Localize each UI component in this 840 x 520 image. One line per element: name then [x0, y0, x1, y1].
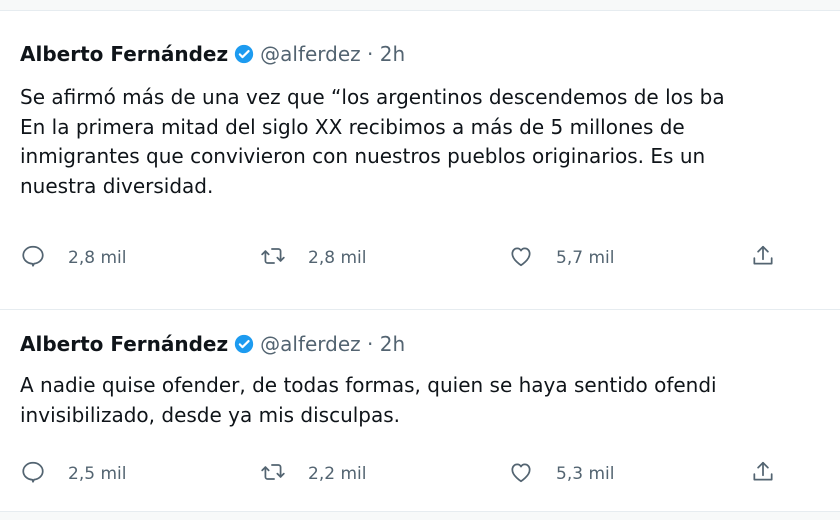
tweet[interactable]: Alberto Fernández @alferdez · 2h Se afirm… [0, 11, 840, 309]
retweet-button[interactable]: 2,8 mil [260, 243, 366, 273]
tweet-text: A nadie quise ofender, de todas formas, … [20, 371, 840, 430]
tweet-header: Alberto Fernández @alferdez · 2h [20, 41, 405, 67]
verified-badge-icon [234, 334, 254, 354]
retweet-count: 2,2 mil [308, 464, 367, 484]
retweet-count: 2,8 mil [308, 248, 367, 268]
tweet-text: Se afirmó más de una vez que “los argent… [20, 83, 840, 201]
author-name[interactable]: Alberto Fernández [20, 42, 228, 66]
share-button[interactable] [750, 459, 776, 489]
share-button[interactable] [750, 243, 776, 273]
timeline: Alberto Fernández @alferdez · 2h Se afirm… [0, 10, 840, 512]
heart-icon [508, 459, 534, 490]
tweet-text-line: A nadie quise ofender, de todas formas, … [20, 373, 717, 397]
reply-count: 2,8 mil [68, 248, 127, 268]
retweet-icon [260, 459, 286, 490]
retweet-icon [260, 243, 286, 274]
like-count: 5,3 mil [556, 464, 615, 484]
author-name[interactable]: Alberto Fernández [20, 332, 228, 356]
share-icon [750, 243, 776, 274]
share-icon [750, 459, 776, 490]
tweet-time[interactable]: 2h [380, 332, 405, 356]
tweet-actions: 2,8 mil 2,8 mil 5,7 mil [0, 243, 840, 273]
reply-icon [20, 459, 46, 490]
like-button[interactable]: 5,7 mil [508, 243, 614, 273]
like-count: 5,7 mil [556, 248, 615, 268]
retweet-button[interactable]: 2,2 mil [260, 459, 366, 489]
tweet-header: Alberto Fernández @alferdez · 2h [20, 331, 405, 357]
reply-icon [20, 243, 46, 274]
author-handle[interactable]: @alferdez [260, 42, 361, 66]
header-separator: · [367, 42, 374, 66]
reply-button[interactable]: 2,8 mil [20, 243, 126, 273]
tweet-text-line: Se afirmó más de una vez que “los argent… [20, 85, 725, 109]
tweet-text-line: inmigrantes que convivieron con nuestros… [20, 144, 706, 168]
tweet-actions: 2,5 mil 2,2 mil 5,3 mil [0, 459, 840, 489]
reply-count: 2,5 mil [68, 464, 127, 484]
like-button[interactable]: 5,3 mil [508, 459, 614, 489]
tweet[interactable]: Alberto Fernández @alferdez · 2h A nadie … [0, 309, 840, 511]
verified-badge-icon [234, 44, 254, 64]
author-handle[interactable]: @alferdez [260, 332, 361, 356]
tweet-text-line: nuestra diversidad. [20, 173, 214, 198]
tweet-time[interactable]: 2h [380, 42, 405, 66]
tweet-text-line: invisibilizado, desde ya mis disculpas. [20, 402, 401, 427]
heart-icon [508, 243, 534, 274]
reply-button[interactable]: 2,5 mil [20, 459, 126, 489]
tweet-text-line: En la primera mitad del siglo XX recibim… [20, 114, 685, 139]
header-separator: · [367, 332, 374, 356]
